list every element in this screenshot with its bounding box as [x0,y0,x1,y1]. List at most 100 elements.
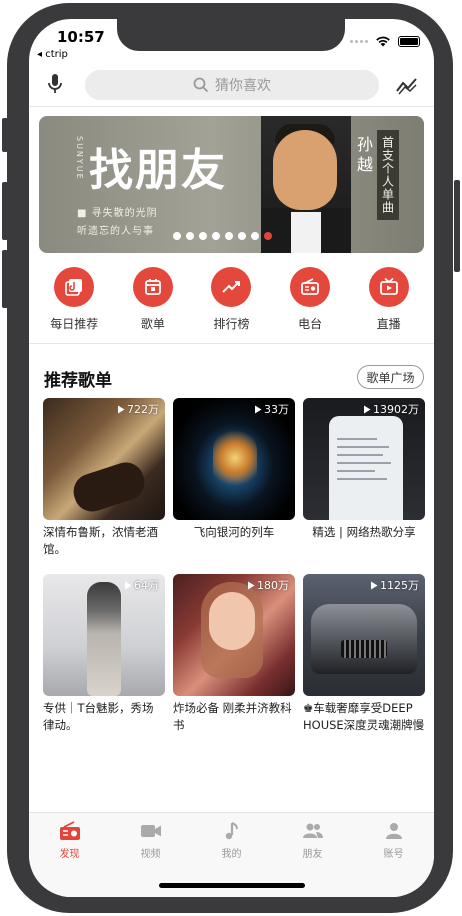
home-indicator[interactable] [159,883,305,888]
play-icon [371,581,378,589]
battery-icon [398,35,420,47]
wifi-icon [376,36,390,47]
carousel-dot[interactable] [199,232,207,240]
playlist-cover: 13902万 [303,398,425,520]
play-icon [255,405,262,413]
carousel-dot[interactable] [238,232,246,240]
cover-jellyfish [213,428,257,488]
account-icon [385,823,402,839]
play-icon [118,405,125,413]
playlist-cover: 33万 [173,398,295,520]
category-label: 每日推荐 [50,317,99,331]
search-input[interactable]: 猜你喜欢 [85,70,379,100]
carousel-dot[interactable] [251,232,259,240]
chart-icon [211,267,252,307]
tab-discover[interactable]: 发现 [29,813,110,897]
section-title: 推荐歌单 [44,371,112,391]
radio-icon [59,821,80,840]
playlist-cover: 64万 [43,574,165,696]
status-time: 10:57 [57,28,105,46]
tab-label: 账号 [383,849,404,860]
banner-photo-face [273,130,337,210]
playlist-title: 炸场必备 刚柔并济教科书 [173,701,292,732]
playlist-card[interactable]: 33万 飞向银河的列车 [173,398,295,564]
banner-carousel[interactable]: SUNYUE 找朋友 ■ 寻失散的光阴 听遗忘的人与事 孙越 首支个人单曲 [39,116,424,253]
tab-account[interactable]: 账号 [353,813,434,897]
category-chart[interactable]: 排行榜 [196,267,266,333]
cover-text-line [337,438,377,440]
top-bar: 猜你喜欢 [29,63,434,107]
tab-label: 我的 [221,849,242,860]
tab-label: 朋友 [302,849,323,860]
carousel-dot[interactable] [186,232,194,240]
play-icon [125,581,132,589]
playlist-cover: 722万 [43,398,165,520]
play-count: 1125万 [370,577,419,593]
play-count: 722万 [117,401,159,417]
now-playing-icon[interactable] [396,74,418,96]
volume-up-button [2,182,8,240]
banner-vertical-text: SUNYUE [75,136,84,181]
playlist-title: 精选 | 网络热歌分享 [312,525,416,539]
divider [29,343,434,344]
playlist-title: 飞向银河的列车 [193,525,275,539]
category-playlist[interactable]: 歌单 [118,267,188,333]
playlist-card[interactable]: 13902万 精选 | 网络热歌分享 [303,398,425,564]
notch [117,19,345,51]
playlist-card[interactable]: 1125万 ♚车载奢靡享受DEEP HOUSE深度灵魂潮牌慢 [303,574,425,740]
banner-title: 找朋友 [89,145,227,196]
banner-artist: 孙越 [354,136,373,176]
play-count-text: 722万 [127,403,159,416]
live-icon [368,267,409,307]
play-icon [364,405,371,413]
play-count: 33万 [254,401,289,417]
banner-photo-jacket-right [321,208,351,253]
playlist-cover: 180万 [173,574,295,696]
playlist-title: ♚车载奢靡享受DEEP HOUSE深度灵魂潮牌慢 [303,701,425,732]
category-label: 直播 [376,317,401,331]
tab-label: 视频 [140,849,161,860]
play-count: 64万 [124,577,159,593]
signal-icon [350,39,368,43]
cover-car-grille [341,640,387,658]
playlist-title: 深情布鲁斯，浓情老酒馆。 [43,525,158,556]
volume-down-button [2,250,8,308]
status-icons [350,35,420,47]
carousel-dot[interactable] [225,232,233,240]
search-placeholder: 猜你喜欢 [215,78,271,94]
play-icon [248,581,255,589]
carousel-dot[interactable] [173,232,181,240]
playlist-card[interactable]: 64万 专供｜T台魅影，秀场律动。 [43,574,165,740]
category-label: 电台 [298,317,323,331]
play-count-text: 13902万 [373,403,419,416]
carousel-dot[interactable] [264,232,272,240]
playlist-card[interactable]: 180万 炸场必备 刚柔并济教科书 [173,574,295,740]
tab-label: 发现 [59,849,80,860]
music-note-icon [225,822,238,840]
side-button [2,118,8,152]
category-radio[interactable]: 电台 [275,267,345,333]
cover-text-line [337,478,387,480]
cover-face [209,592,255,650]
video-icon [140,825,161,837]
banner-subtitle-1: ■ 寻失散的光阴 [77,208,158,219]
play-count-text: 180万 [257,579,289,592]
play-count-text: 64万 [134,579,159,592]
cover-text-line [337,470,375,472]
play-count-text: 33万 [264,403,289,416]
cover-model [87,582,121,696]
carousel-indicator[interactable] [173,232,272,240]
category-live[interactable]: 直播 [354,267,424,333]
cover-guitar [68,457,150,517]
microphone-icon[interactable] [46,72,64,96]
category-daily[interactable]: 每日推荐 [39,267,109,333]
carousel-dot[interactable] [212,232,220,240]
play-count: 13902万 [363,401,419,417]
category-label: 排行榜 [213,317,250,331]
playlist-card[interactable]: 722万 深情布鲁斯，浓情老酒馆。 [43,398,165,564]
playlist-grid: 722万 深情布鲁斯，浓情老酒馆。 33万 飞向银河的列车 13902万 精选 [43,398,425,740]
banner-tag: 首支个人单曲 [377,130,399,220]
playlist-square-button[interactable]: 歌单广场 [357,365,424,389]
banner-subtitle-2: 听遗忘的人与事 [77,226,154,237]
back-to-app-link[interactable]: ◂ ctrip [37,49,68,60]
